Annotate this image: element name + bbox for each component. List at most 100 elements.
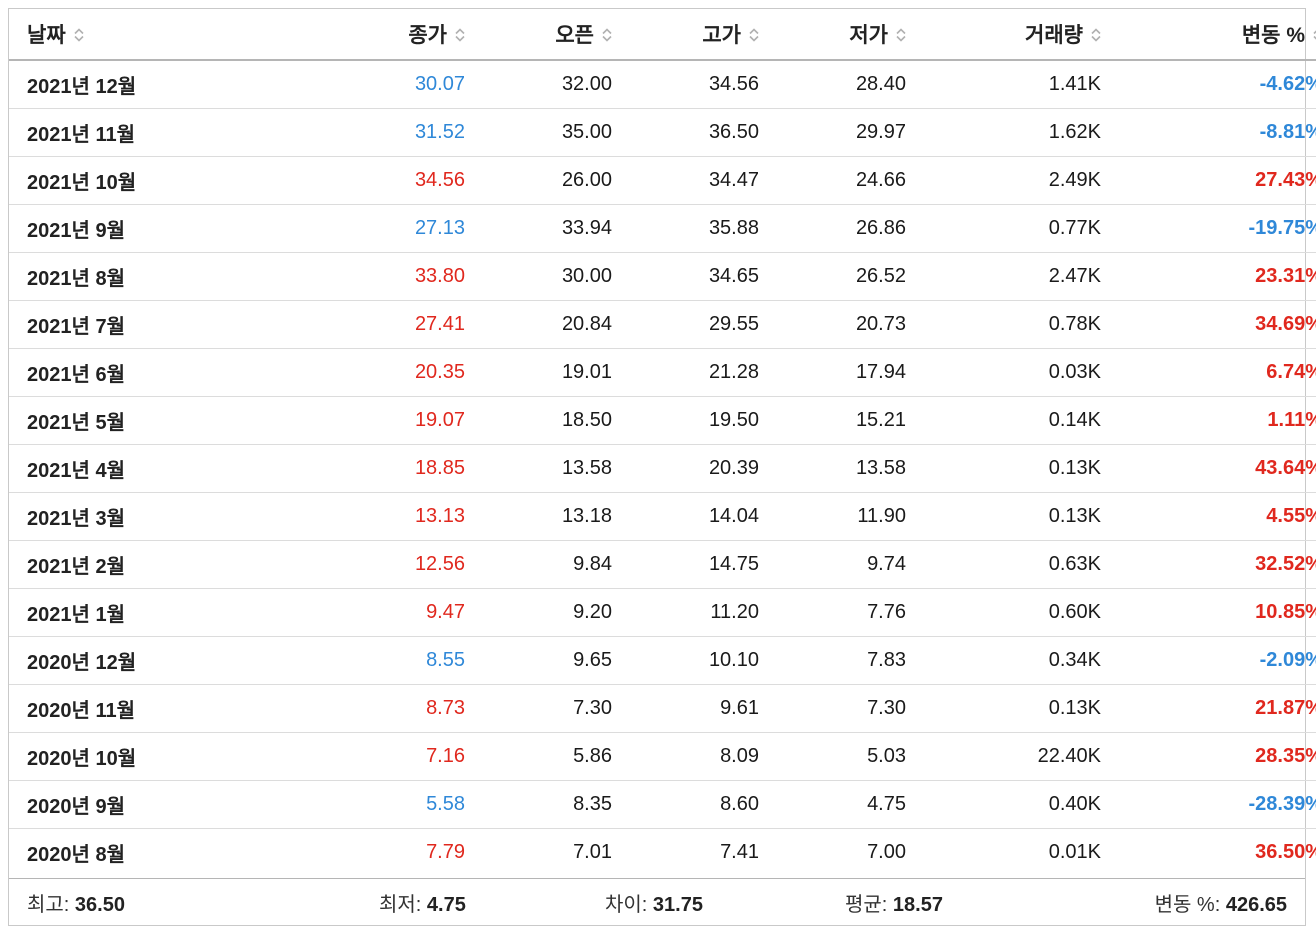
table-row: 2021년 11월31.5235.0036.5029.971.62K-8.81% [9,108,1316,157]
cell-high: 14.75 [612,540,759,589]
cell-change: 10.85% [1101,588,1316,637]
cell-date: 2021년 12월 [9,60,277,109]
cell-close: 31.52 [277,108,465,157]
cell-date: 2021년 9월 [9,204,277,253]
cell-date: 2020년 12월 [9,636,277,685]
sort-icon [74,27,84,43]
header-low-label: 저가 [849,24,888,47]
cell-high: 35.88 [612,204,759,253]
cell-close: 20.35 [277,348,465,397]
cell-date: 2021년 8월 [9,252,277,301]
header-low[interactable]: 저가 [759,9,906,61]
cell-date: 2021년 11월 [9,108,277,157]
cell-close: 27.13 [277,204,465,253]
cell-low: 7.83 [759,636,906,685]
header-date-label: 날짜 [27,24,66,47]
cell-close: 7.79 [426,841,465,863]
cell-close: 7.16 [277,732,465,781]
cell-close: 27.41 [277,300,465,349]
summary-average-value: 18.57 [892,893,943,916]
summary-lowest: 최저: 4.75 [379,888,466,917]
cell-open: 18.50 [465,396,612,445]
header-close-label: 종가 [408,24,447,47]
cell-close: 34.56 [277,156,465,205]
table-row: 2020년 11월8.737.309.617.300.13K21.87% [9,684,1316,733]
cell-volume: 2.49K [906,156,1101,205]
cell-date: 2021년 3월 [9,492,277,541]
cell-close: 19.07 [277,396,465,445]
cell-low: 29.97 [759,108,906,157]
header-high[interactable]: 고가 [612,9,759,61]
cell-close: 8.73 [277,684,465,733]
table-row: 2021년 5월19.0718.5019.5015.210.14K1.11% [9,396,1316,445]
cell-low: 20.73 [759,300,906,349]
sort-icon [602,27,612,43]
header-date[interactable]: 날짜 [9,9,277,61]
cell-high: 34.56 [612,60,759,109]
cell-change: 1.11% [1101,396,1316,445]
cell-volume: 0.03K [906,348,1101,397]
table-header-row: 날짜 종가 오픈 고가 저가 거래량 변동 % [9,9,1316,61]
cell-low: 13.58 [759,444,906,493]
header-open[interactable]: 오픈 [465,9,612,61]
cell-open: 26.00 [465,156,612,205]
cell-date: 2020년 10월 [9,732,277,781]
cell-open: 5.86 [465,732,612,781]
cell-high: 9.61 [612,684,759,733]
cell-change: 34.69% [1101,300,1316,349]
cell-change: 43.64% [1101,444,1316,493]
summary-highest: 최고: 36.50 [27,888,125,917]
cell-open: 19.01 [465,348,612,397]
cell-high: 8.60 [612,780,759,829]
cell-low: 26.52 [759,252,906,301]
cell-high: 11.20 [612,588,759,637]
cell-date: 2021년 7월 [9,300,277,349]
cell-volume: 22.40K [906,732,1101,781]
cell-low: 4.75 [759,780,906,829]
cell-volume: 0.13K [906,444,1101,493]
table-row: 2021년 7월27.4120.8429.5520.730.78K34.69% [9,300,1316,349]
cell-date: 2020년 8월 [27,844,125,866]
cell-high: 8.09 [612,732,759,781]
cell-low: 15.21 [759,396,906,445]
table-row: 2021년 4월18.8513.5820.3913.580.13K43.64% [9,444,1316,493]
cell-date: 2021년 5월 [9,396,277,445]
table-row: 2021년 9월 27.13 33.94 35.88 26.86 0.77K -19.75% [9,204,1316,253]
historical-data-panel: 날짜 종가 오픈 고가 저가 거래량 변동 % 2021년 12월 30.07 32… [8,8,1316,926]
cell-close: 13.13 [277,492,465,541]
cell-high: 14.04 [612,492,759,541]
cell-date: 2021년 1월 [9,588,277,637]
cell-change: -8.81% [1101,108,1316,157]
cell-date: 2021년 2월 [9,540,277,589]
cell-volume: 0.60K [906,588,1101,637]
sort-icon [1091,27,1101,43]
summary-difference-value: 31.75 [652,893,703,916]
cell-high: 29.55 [612,300,759,349]
table-row: 2021년 1월9.479.2011.207.760.60K10.85% [9,588,1316,637]
cell-open: 32.00 [465,60,612,109]
cell-volume: 1.62K [906,108,1101,157]
header-close[interactable]: 종가 [277,9,465,61]
cell-close: 30.07 [277,60,465,109]
cell-change: 6.74% [1101,348,1316,397]
cell-close: 9.47 [277,588,465,637]
cell-high: 10.10 [612,636,759,685]
cell-open: 9.84 [465,540,612,589]
cell-open: 13.18 [465,492,612,541]
header-change[interactable]: 변동 % [1101,9,1316,61]
cell-low: 5.03 [759,732,906,781]
table-row: 2021년 8월33.8030.0034.6526.522.47K23.31% [9,252,1316,301]
table-row: 2020년 12월8.559.6510.107.830.34K-2.09% [9,636,1316,685]
cell-volume: 0.78K [906,300,1101,349]
cell-high: 21.28 [612,348,759,397]
header-volume[interactable]: 거래량 [906,9,1101,61]
cell-volume: 0.40K [906,780,1101,829]
cell-date: 2020년 11월 [9,684,277,733]
cell-change: 28.35% [1101,732,1316,781]
cell-open: 7.30 [465,684,612,733]
cell-close: 18.85 [277,444,465,493]
cell-date: 2021년 10월 [9,156,277,205]
cell-volume: 0.13K [906,492,1101,541]
cell-change: -4.62% [1101,60,1316,109]
cell-high: 34.65 [612,252,759,301]
